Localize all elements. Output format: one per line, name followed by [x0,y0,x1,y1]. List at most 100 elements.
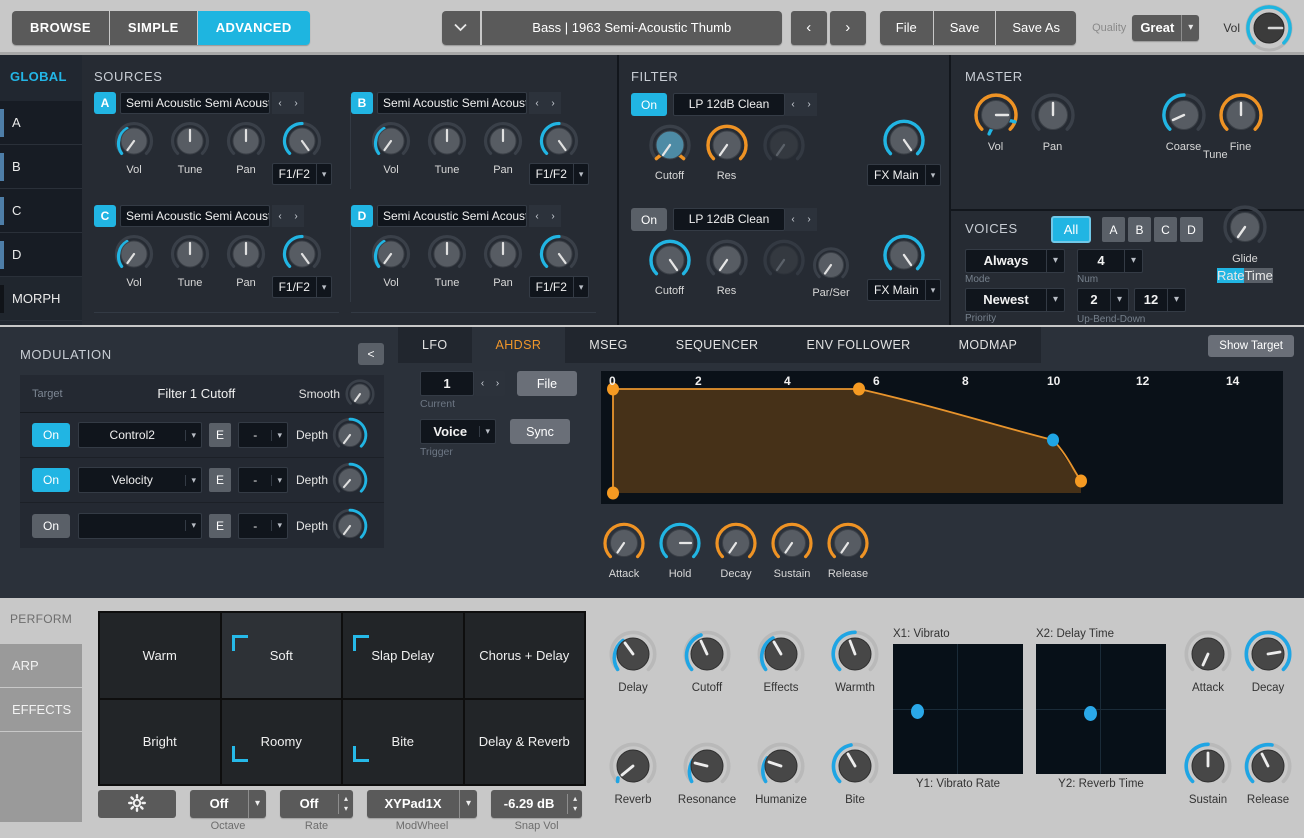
knob[interactable] [1182,740,1234,792]
source-name-d[interactable]: Semi Acoustic Semi Acoustic T [377,205,527,227]
source-pan-c[interactable]: Pan [218,233,274,289]
source-vol-a[interactable]: Vol [106,120,162,176]
knob[interactable] [370,233,412,275]
voices-letter-a[interactable]: A [1102,217,1125,242]
master-volume-knob[interactable] [1244,3,1294,53]
knob[interactable] [681,740,733,792]
master-coarse[interactable]: Coarse [1155,91,1212,153]
source-prev-button[interactable]: ‹ [529,205,545,227]
tab-ahdsr[interactable]: AHDSR [472,327,566,363]
mod1-source-select[interactable]: Control2 ▾ [78,422,202,448]
knob[interactable] [607,628,659,680]
tab-modmap[interactable]: MODMAP [935,327,1042,363]
knob[interactable] [829,628,881,680]
filter1-next-button[interactable]: › [801,93,817,116]
knob[interactable] [281,233,323,275]
voices-all-button[interactable]: All [1051,216,1091,243]
mod1-mode-select[interactable]: - ▾ [238,422,288,448]
knob[interactable] [225,120,267,162]
mod1-on-button[interactable]: On [32,423,70,447]
perform-reverb-knob[interactable]: Reverb [596,740,670,806]
source-prev-button[interactable]: ‹ [272,205,288,227]
glide-rate-button[interactable]: Rate [1217,268,1244,283]
knob[interactable] [1242,628,1294,680]
mod3-depth-knob[interactable] [331,507,369,545]
voices-num-select[interactable]: 4 ▾ [1077,249,1143,273]
pad-chorus-delay[interactable]: Chorus + Delay [465,613,585,698]
perform-resonance-knob[interactable]: Resonance [670,740,744,806]
knob[interactable] [482,120,524,162]
source-name-c[interactable]: Semi Acoustic Semi Acoustic T [120,205,270,227]
knob[interactable] [881,232,927,278]
knob[interactable] [169,120,211,162]
envelope-file-button[interactable]: File [517,371,577,396]
perform-delay-knob[interactable]: Delay [596,628,670,694]
save-as-button[interactable]: Save As [996,11,1076,45]
source-pan-b[interactable]: Pan [475,120,531,176]
ahdsr-sustain[interactable]: Sustain [764,520,820,580]
source-tune-c[interactable]: Tune [162,233,218,289]
master-fine[interactable]: Fine [1212,91,1269,153]
knob[interactable] [761,122,807,168]
knob[interactable] [169,233,211,275]
mod2-edit-button[interactable]: E [209,468,231,492]
pad-soft[interactable]: Soft [222,613,342,698]
knob[interactable] [601,520,647,566]
mod3-edit-button[interactable]: E [209,514,231,538]
source-badge-a[interactable]: A [94,92,116,114]
mod2-depth-knob[interactable] [331,461,369,499]
knob[interactable] [1221,203,1269,251]
source-filter-route-c[interactable]: F1/F2 ▾ [272,276,333,298]
source-filter-route-d[interactable]: F1/F2 ▾ [529,276,590,298]
filter1-prev-button[interactable]: ‹ [785,93,801,116]
pad-bite[interactable]: Bite [343,700,463,785]
perform-decay-knob[interactable]: Decay [1238,628,1298,694]
source-badge-c[interactable]: C [94,205,116,227]
knob[interactable] [538,120,580,162]
source-vol-b[interactable]: Vol [363,120,419,176]
perform-item-arp[interactable]: ARP [0,644,82,688]
source-pan-a[interactable]: Pan [218,120,274,176]
modulation-collapse-button[interactable]: < [358,343,384,365]
knob[interactable] [1029,91,1077,139]
sidebar-item-d[interactable]: D [0,233,82,277]
stepper-arrows-icon[interactable]: ▴▾ [338,794,353,814]
knob[interactable] [607,740,659,792]
knob[interactable] [681,628,733,680]
source-next-button[interactable]: › [288,205,304,227]
preset-prev-button[interactable]: ‹ [791,11,827,45]
perform-warmth-knob[interactable]: Warmth [818,628,892,694]
master-vol[interactable]: Vol [967,91,1024,153]
snapvol-stepper[interactable]: -6.29 dB ▴▾ [491,790,582,818]
filter2-fx-select[interactable]: FX Main ▾ [867,279,941,301]
knob[interactable] [769,520,815,566]
knob[interactable] [281,120,323,162]
mod2-on-button[interactable]: On [32,468,70,492]
filter2-next-button[interactable]: › [801,208,817,231]
knob[interactable] [647,237,693,283]
knob[interactable] [704,237,750,283]
knob[interactable] [811,245,851,285]
xy-pad-2-dot[interactable] [1084,706,1097,721]
voices-mode-select[interactable]: Always ▾ [965,249,1065,273]
envelope-trigger-select[interactable]: Voice ▾ [420,419,496,444]
source-next-button[interactable]: › [288,92,304,114]
voices-bend-up-select[interactable]: 2 ▾ [1077,288,1129,312]
filter2-type[interactable]: LP 12dB Clean [673,208,785,231]
knob[interactable] [761,237,807,283]
filter1-extra[interactable] [755,122,812,182]
modulation-target-value[interactable]: Filter 1 Cutoff [94,386,299,401]
knob[interactable] [1217,91,1265,139]
filter2-on-button[interactable]: On [631,208,667,231]
filter1-fx-select[interactable]: FX Main ▾ [867,164,941,186]
source-prev-button[interactable]: ‹ [529,92,545,114]
knob[interactable] [113,120,155,162]
perform-attack-knob[interactable]: Attack [1178,628,1238,694]
knob[interactable] [1242,740,1294,792]
show-target-button[interactable]: Show Target [1208,335,1294,357]
envelope-current-value[interactable]: 1 [420,371,474,396]
xy-pad-1[interactable] [893,644,1023,774]
knob[interactable] [755,740,807,792]
knob[interactable] [538,233,580,275]
voices-bend-down-select[interactable]: 12 ▾ [1134,288,1186,312]
